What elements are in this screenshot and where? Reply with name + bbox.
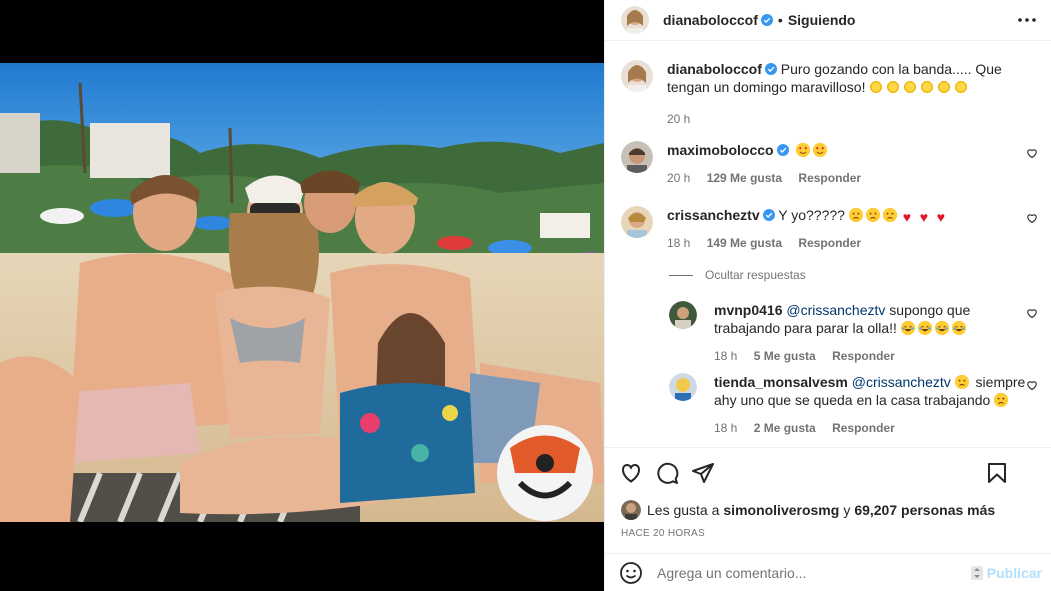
reply-username[interactable]: tienda_monsalvesm	[714, 374, 848, 390]
liker-username[interactable]: simonoliverosmg	[723, 502, 839, 518]
like-comment-icon[interactable]	[1026, 379, 1038, 391]
comment-likes[interactable]: 129 Me gusta	[707, 171, 782, 185]
emoji-icon[interactable]	[619, 561, 643, 585]
reply-button[interactable]: Responder	[798, 171, 861, 185]
more-icon	[1018, 18, 1036, 22]
comment-text: Y yo?????	[778, 207, 845, 223]
post-media	[0, 0, 604, 591]
sad-emoji	[865, 208, 880, 222]
comments-list[interactable]: dianaboloccof Puro gozando con la banda.…	[605, 42, 1051, 446]
reply-mention[interactable]: @crissancheztv	[852, 374, 951, 390]
add-comment-bar: Publicar	[605, 553, 1051, 591]
comment-input[interactable]	[657, 564, 957, 581]
comment-username[interactable]: maximobolocco	[667, 142, 774, 158]
post-header: dianaboloccof • Siguiendo	[605, 0, 1051, 41]
red-heart-emoji: ♥	[936, 209, 945, 225]
caption-username[interactable]: dianaboloccof	[667, 61, 762, 77]
sun-emoji	[937, 80, 952, 94]
replier-avatar[interactable]	[669, 301, 697, 329]
laughing-emoji	[951, 321, 966, 335]
comment-username[interactable]: crissancheztv	[667, 207, 760, 223]
red-heart-emoji: ♥	[919, 209, 928, 225]
sad-emoji	[848, 208, 863, 222]
reply-username[interactable]: mvnp0416	[714, 302, 782, 318]
likes-others[interactable]: 69,207 personas más	[854, 502, 995, 518]
verified-icon	[764, 63, 777, 75]
scroll-arrows-icon	[970, 566, 983, 580]
verified-icon	[776, 144, 789, 156]
separator-dot: •	[777, 12, 783, 28]
sad-emoji	[954, 375, 969, 389]
commenter-avatar[interactable]	[621, 206, 653, 238]
like-comment-icon[interactable]	[1026, 147, 1038, 159]
author-avatar[interactable]	[621, 6, 649, 34]
replier-avatar[interactable]	[669, 373, 697, 401]
send-icon[interactable]	[691, 461, 715, 485]
more-options-button[interactable]	[1016, 9, 1038, 31]
reply-time[interactable]: 18 h	[714, 349, 737, 363]
post-photo[interactable]	[0, 63, 604, 522]
like-comment-icon[interactable]	[1026, 212, 1038, 224]
reply-button[interactable]: Responder	[798, 236, 861, 250]
replies-divider	[669, 274, 693, 276]
reply-button[interactable]: Responder	[832, 421, 895, 435]
likes-prefix: Les gusta a	[647, 502, 720, 518]
reply-likes[interactable]: 5 Me gusta	[754, 349, 816, 363]
sun-emoji	[954, 80, 969, 94]
hide-replies-label: Ocultar respuestas	[705, 268, 806, 282]
caption-row: dianaboloccof Puro gozando con la banda.…	[621, 60, 1038, 128]
comment-time[interactable]: 18 h	[667, 236, 690, 250]
sun-emoji	[920, 80, 935, 94]
comment-row: maximobolocco 20 h 129 Me gusta Responde…	[621, 141, 1038, 187]
publish-button[interactable]: Publicar	[970, 565, 1042, 581]
author-avatar[interactable]	[621, 60, 653, 92]
sun-emoji	[903, 80, 918, 94]
reply-button[interactable]: Responder	[832, 349, 895, 363]
sun-emoji-group	[869, 79, 971, 95]
laughing-emoji	[900, 321, 915, 335]
reply-mention[interactable]: @crissancheztv	[786, 302, 885, 318]
commenter-avatar[interactable]	[621, 141, 653, 173]
sad-emoji	[994, 393, 1009, 407]
hide-replies-button[interactable]: Ocultar respuestas	[669, 268, 806, 282]
verified-icon	[762, 209, 775, 221]
sun-emoji	[869, 80, 884, 94]
publish-label: Publicar	[986, 565, 1042, 581]
reply-time[interactable]: 18 h	[714, 421, 737, 435]
post-sidebar: dianaboloccof • Siguiendo dianaboloccof	[604, 0, 1051, 591]
reply-emojis	[900, 320, 969, 336]
author-username[interactable]: dianaboloccof	[663, 12, 758, 28]
caption-time[interactable]: 20 h	[667, 112, 690, 126]
comment-row: crissancheztv Y yo????? ♥ ♥ ♥ 18 h 149 Me …	[621, 206, 1038, 252]
red-heart-emoji: ♥	[902, 209, 911, 225]
likes-connector: y	[843, 502, 851, 518]
comment-icon[interactable]	[655, 461, 679, 485]
heart-eyes-emoji	[813, 143, 828, 157]
laughing-emoji	[917, 321, 932, 335]
post-actions: Les gusta a simonoliverosmg y 69,207 per…	[605, 447, 1051, 553]
bookmark-icon[interactable]	[985, 461, 1009, 485]
likes-summary: Les gusta a simonoliverosmg y 69,207 per…	[621, 500, 995, 520]
sad-emoji	[882, 208, 897, 222]
post-timestamp[interactable]: HACE 20 HORAS	[621, 528, 705, 539]
heart-icon[interactable]	[619, 461, 643, 485]
comment-time[interactable]: 20 h	[667, 171, 690, 185]
like-comment-icon[interactable]	[1026, 307, 1038, 319]
following-button[interactable]: Siguiendo	[788, 12, 856, 28]
comment-likes[interactable]: 149 Me gusta	[707, 236, 782, 250]
liker-avatar[interactable]	[621, 500, 641, 520]
reply-likes[interactable]: 2 Me gusta	[754, 421, 816, 435]
beach-family-photo	[0, 63, 604, 522]
reply-row: tienda_monsalvesm @crissancheztv siempre…	[669, 373, 1038, 437]
reply-row: mvnp0416 @crissancheztv supongo que trab…	[669, 301, 1038, 365]
laughing-emoji	[934, 321, 949, 335]
comment-emojis: ♥ ♥ ♥	[848, 207, 951, 225]
sun-emoji	[886, 80, 901, 94]
verified-icon	[760, 14, 773, 26]
heart-eyes-emoji	[796, 143, 811, 157]
